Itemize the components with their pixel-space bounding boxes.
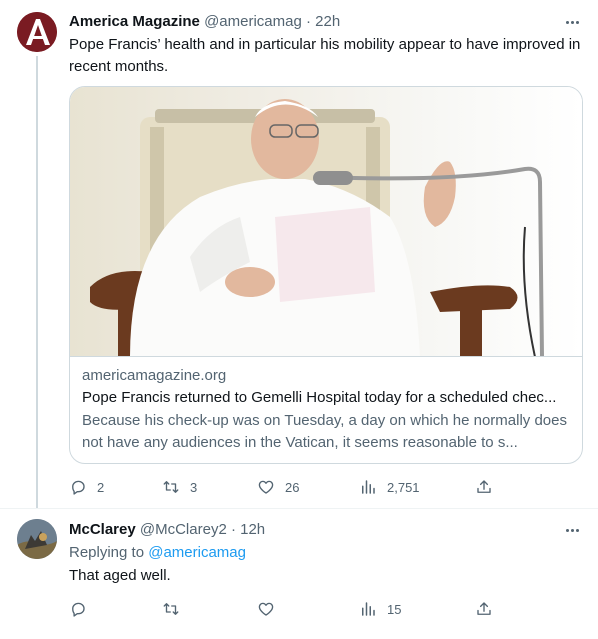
- tweet-header: McClarey @McClarey2 · 12h: [69, 520, 265, 540]
- tweet-header: America Magazine @americamag · 22h: [69, 12, 340, 32]
- like-icon: [258, 480, 274, 494]
- action-bar: 15: [69, 599, 499, 619]
- reply-icon: [72, 480, 85, 495]
- reply-button[interactable]: 2: [69, 477, 104, 497]
- handle-and-time[interactable]: @McClarey2 · 12h: [140, 521, 265, 538]
- reply-count: 2: [97, 479, 105, 495]
- reply-icon: [72, 602, 85, 617]
- avatar-mcclarey[interactable]: [17, 519, 57, 559]
- handle-and-time[interactable]: @americamag · 22h: [204, 13, 340, 30]
- retweet-icon: [163, 603, 179, 615]
- views-count: 2,751: [387, 479, 420, 495]
- more-icon[interactable]: [562, 12, 582, 32]
- share-icon: [477, 480, 491, 493]
- retweet-button[interactable]: [162, 599, 180, 619]
- like-button[interactable]: [257, 599, 275, 619]
- tweet-text: That aged well.: [69, 567, 171, 584]
- tweet-americamag[interactable]: America Magazine @americamag · 22h Pope …: [0, 0, 598, 508]
- replying-prefix: Replying to: [69, 544, 145, 561]
- replying-to-handle[interactable]: @americamag: [148, 544, 246, 561]
- retweet-icon: [163, 481, 179, 493]
- like-button[interactable]: 26: [257, 477, 299, 497]
- display-name[interactable]: McClarey: [69, 521, 136, 538]
- views-count: 15: [387, 601, 402, 617]
- reply-button[interactable]: [69, 599, 87, 619]
- card-body: americamagazine.org Pope Francis returne…: [82, 366, 572, 454]
- views-icon: [362, 480, 375, 494]
- share-button[interactable]: [475, 477, 493, 497]
- retweet-count: 3: [190, 479, 198, 495]
- share-icon: [477, 602, 491, 615]
- card-description: Because his check-up was on Tuesday, a d…: [82, 412, 567, 451]
- action-bar: 2 3 26 2,751: [69, 477, 499, 497]
- avatar-america-magazine[interactable]: [17, 12, 57, 52]
- card-title: Pope Francis returned to Gemelli Hospita…: [82, 389, 557, 406]
- link-card[interactable]: americamagazine.org Pope Francis returne…: [69, 86, 583, 464]
- views-button[interactable]: 15: [359, 599, 401, 619]
- tweet-mcclarey[interactable]: McClarey @McClarey2 · 12h Replying to @a…: [0, 508, 598, 639]
- card-domain: americamagazine.org: [82, 367, 227, 384]
- display-name[interactable]: America Magazine: [69, 13, 200, 30]
- like-icon: [258, 602, 274, 616]
- thread-line: [36, 56, 38, 508]
- card-image: [70, 87, 582, 357]
- retweet-button[interactable]: 3: [162, 477, 197, 497]
- like-count: 26: [285, 479, 300, 495]
- views-icon: [362, 602, 375, 616]
- views-button[interactable]: 2,751: [359, 477, 420, 497]
- tweet-text: Pope Francis’ health and in particular h…: [69, 36, 581, 75]
- share-button[interactable]: [475, 599, 493, 619]
- more-icon[interactable]: [562, 520, 582, 540]
- replying-to: Replying to @americamag: [69, 543, 246, 563]
